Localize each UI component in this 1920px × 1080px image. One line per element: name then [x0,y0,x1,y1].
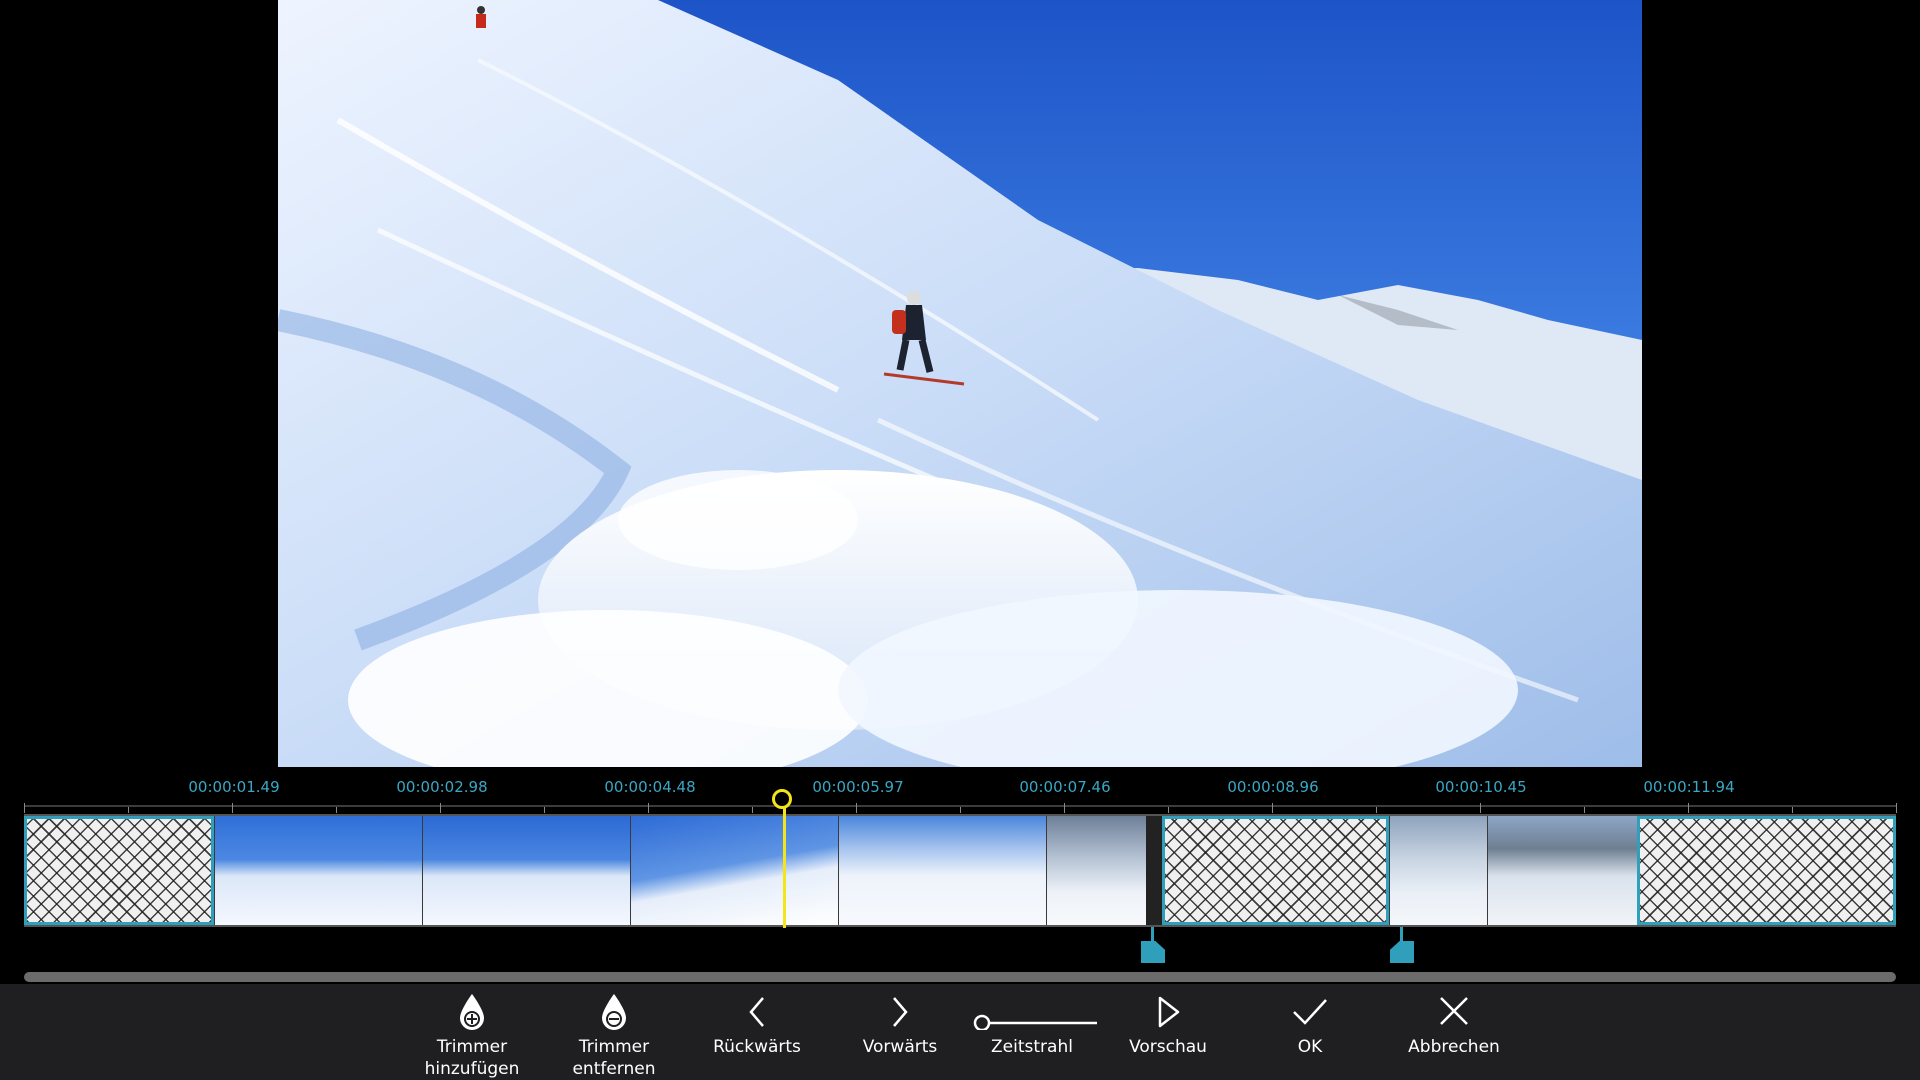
time-label: 00:00:04.48 [604,778,696,796]
chevron-left-icon [749,997,764,1027]
clip-thumbnail [1046,816,1146,925]
clip-thumbnail-strip[interactable] [24,814,1896,927]
time-label: 00:00:08.96 [1227,778,1319,796]
back-button[interactable]: Rückwärts [687,984,827,1080]
timeline-zoom-button[interactable]: Zeitstrahl [962,984,1102,1080]
back-label: Rückwärts [713,1037,801,1057]
ruler-tick [648,803,649,813]
clip-thumbnail [214,816,422,925]
trimmer-remove-label: Trimmer entfernen [572,1037,656,1079]
clip-thumbnail [422,816,630,925]
ruler-tick [232,803,233,813]
clip-thumbnail [1389,816,1487,925]
ok-button[interactable]: OK [1240,984,1380,1080]
time-label: 00:00:05.97 [812,778,904,796]
bottom-toolbar: Trimmer hinzufügen Trimmer entfernen Rüc… [0,984,1920,1080]
timeline-scrollbar[interactable] [24,972,1896,982]
time-label: 00:00:07.46 [1019,778,1111,796]
droplet-plus-icon [460,994,484,1030]
ruler-tick [1168,807,1169,813]
time-label: 00:00:11.94 [1643,778,1735,796]
preview-frame-image [278,0,1642,767]
trimmer-add-label: Trimmer hinzufügen [424,1037,520,1079]
trimmed-region[interactable] [1162,816,1389,925]
playhead-handle[interactable] [772,789,792,809]
time-label: 00:00:02.98 [396,778,488,796]
preview-label: Vorschau [1129,1037,1207,1057]
trimmed-region[interactable] [1637,816,1896,925]
ok-label: OK [1297,1037,1323,1057]
ruler-tick [960,807,961,813]
clip-thumbnail [630,816,838,925]
trimmed-region[interactable] [24,816,214,925]
forward-button[interactable]: Vorwärts [830,984,970,1080]
timeline-zoom-label: Zeitstrahl [991,1037,1073,1057]
trimmer-remove-button[interactable]: Trimmer entfernen [544,984,684,1080]
close-icon [1440,997,1468,1025]
video-preview [278,0,1642,767]
ruler-tick [752,807,753,813]
ruler-tick [1584,807,1585,813]
cancel-button[interactable]: Abbrechen [1384,984,1524,1080]
ruler-tick [1272,803,1273,813]
play-icon [1158,996,1180,1028]
chevron-right-icon [893,997,908,1027]
distant-skier-figure [476,6,486,28]
forward-label: Vorwärts [862,1037,938,1057]
ruler-tick [1376,807,1377,813]
clip-thumbnail [1487,816,1637,925]
ruler-tick [1688,803,1689,813]
trimmer-add-button[interactable]: Trimmer hinzufügen [402,984,542,1080]
ruler-tick [336,807,337,813]
checkmark-icon [1293,999,1327,1025]
ruler-tick [1896,803,1897,813]
ruler-tick [1792,807,1793,813]
timeline-panel[interactable]: 00:00:01.49 00:00:02.98 00:00:04.48 00:0… [0,767,1920,984]
ruler-tick [24,803,25,813]
playhead-line[interactable] [783,802,786,928]
ruler-tick [440,803,441,813]
ruler-tick [544,807,545,813]
droplet-minus-icon [602,994,626,1030]
time-label: 00:00:10.45 [1435,778,1527,796]
ruler-tick [1480,803,1481,813]
ruler-tick [856,803,857,813]
time-label: 00:00:01.49 [188,778,280,796]
ruler-tick [128,807,129,813]
cancel-label: Abbrechen [1408,1037,1500,1057]
slider-icon[interactable] [967,990,1097,1030]
clip-thumbnail [838,816,1046,925]
ruler-tick [1064,803,1065,813]
preview-button[interactable]: Vorschau [1098,984,1238,1080]
